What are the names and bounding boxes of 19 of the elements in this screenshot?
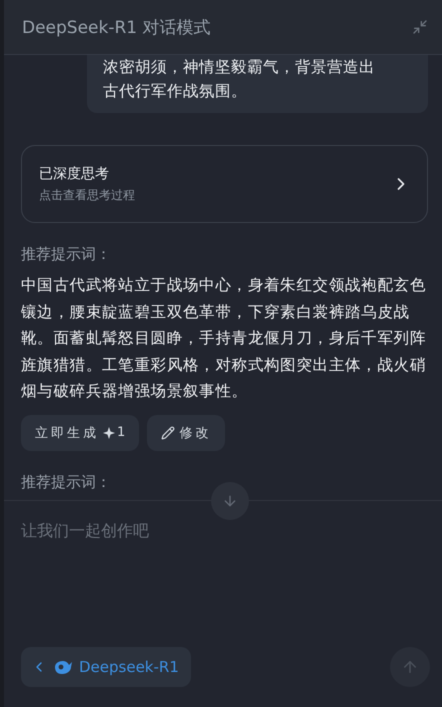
- pencil-icon: [161, 426, 176, 440]
- message-text: 古代行军作战氛围。: [103, 81, 248, 102]
- sparkle-icon: [103, 426, 115, 438]
- section-label: 推荐提示词：: [21, 472, 111, 492]
- message-text: 浓密胡须，神情坚毅霸气，背景营造出: [103, 57, 376, 78]
- send-button[interactable]: [390, 647, 430, 687]
- card-title: 已深度思考: [39, 164, 110, 182]
- thinking-card[interactable]: 已深度思考 点击查看思考过程: [21, 145, 428, 223]
- card-subtitle: 点击查看思考过程: [39, 186, 135, 204]
- arrow-down-icon: [222, 493, 238, 509]
- generate-button[interactable]: 立即生成 1: [21, 414, 140, 450]
- section-label: 推荐提示词：: [21, 245, 111, 264]
- prompt-input[interactable]: 让我们一起创作吧: [21, 518, 425, 542]
- edit-button[interactable]: 修改: [147, 414, 226, 450]
- model-button[interactable]: Deepseek-R1: [21, 647, 191, 687]
- window-title: DeepSeek-R1 对话模式: [22, 16, 211, 38]
- prompt-text: 中国古代武将站立于战场中心，身着朱红交领战袍配玄色镶边，腰束靛蓝碧玉双色革带，下穿素白裳裤踏乌皮战靴。面蓄虬髯怒目圆睁，手持青龙偃月刀，身后千军列阵旌旗猎猎。工笔重彩风格，对称式构图突出主体，战火硝烟与破碎兵器增强场景叙事性。: [21, 275, 427, 402]
- scroll-down-button[interactable]: [211, 482, 249, 520]
- minimize-icon[interactable]: [412, 19, 428, 35]
